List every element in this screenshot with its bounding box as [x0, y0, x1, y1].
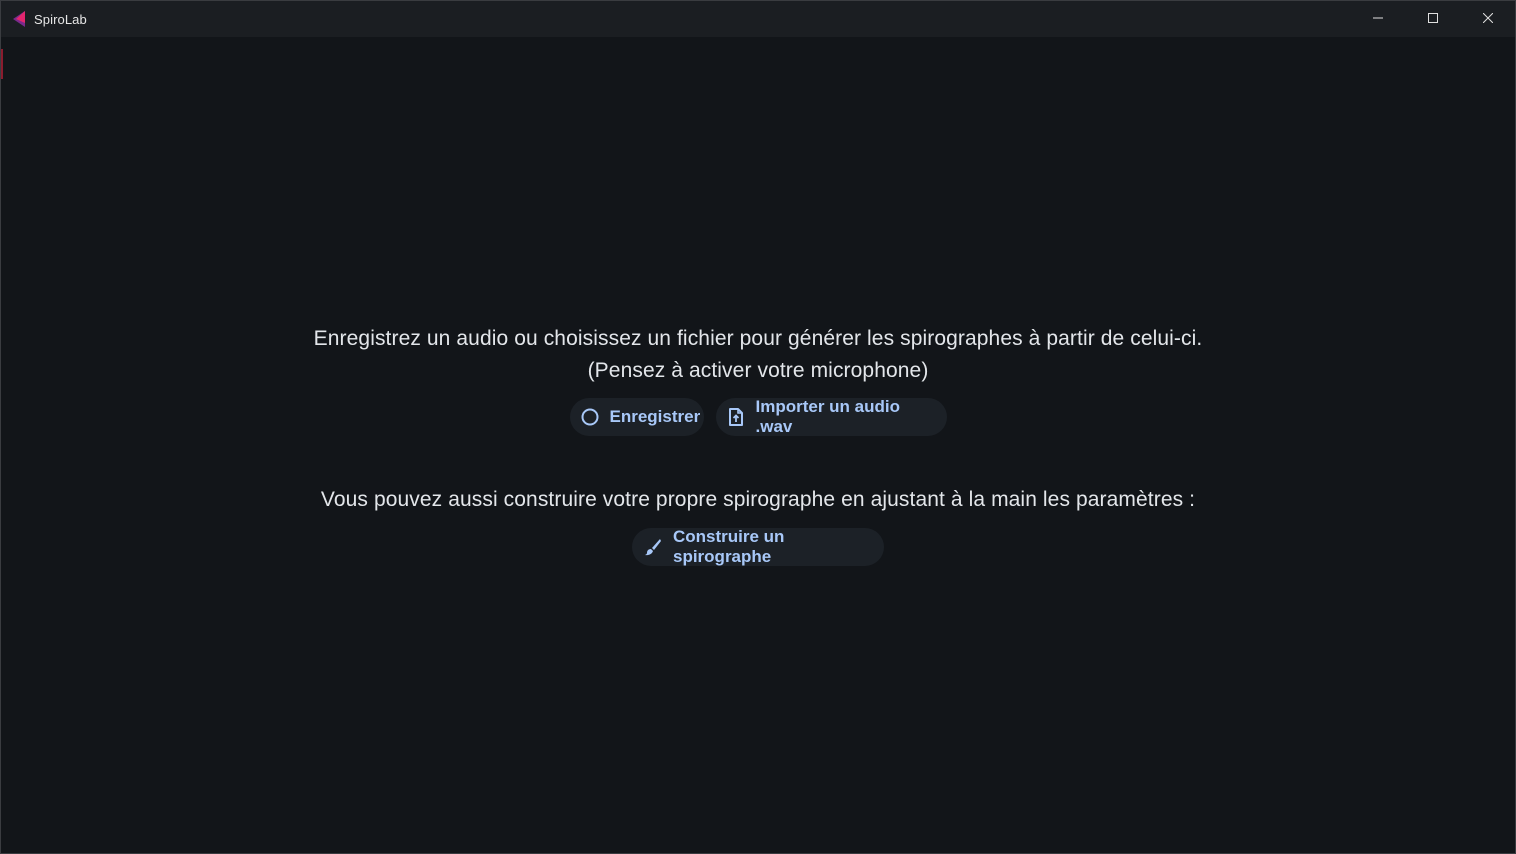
import-audio-label: Importer un audio .wav: [755, 397, 901, 436]
minimize-button[interactable]: [1350, 1, 1405, 37]
build-spirograph-label: Construire un spirographe: [673, 527, 785, 566]
manual-build-text: Vous pouvez aussi construire votre propr…: [320, 488, 1196, 511]
title-bar[interactable]: SpiroLab: [1, 1, 1515, 37]
record-button[interactable]: Enregistrer: [569, 398, 704, 436]
microphone-hint: (Pensez à activer votre microphone): [587, 359, 929, 382]
audio-actions: Enregistrer Importer un audio .wav: [1, 397, 1515, 436]
close-button[interactable]: [1460, 1, 1515, 37]
focus-accent: [1, 49, 3, 79]
spirolab-logo-icon: [12, 11, 26, 27]
intro-text: Enregistrez un audio ou choisissez un fi…: [313, 327, 1203, 350]
window-controls: [1350, 1, 1515, 37]
build-spirograph-button[interactable]: Construire un spirographe: [632, 527, 884, 566]
maximize-button[interactable]: [1405, 1, 1460, 37]
maximize-icon: [1427, 10, 1438, 28]
brush-icon: [643, 537, 663, 557]
build-actions: Construire un spirographe: [1, 527, 1515, 566]
file-upload-icon: [726, 407, 746, 427]
app-window: SpiroLab Enregistrez un audio ou choisis…: [0, 0, 1516, 854]
close-icon: [1482, 10, 1493, 28]
app-title: SpiroLab: [34, 11, 87, 27]
main-content: Enregistrez un audio ou choisissez un fi…: [1, 37, 1515, 853]
import-audio-button[interactable]: Importer un audio .wav: [715, 397, 947, 436]
record-button-label: Enregistrer: [609, 407, 701, 426]
minimize-icon: [1372, 10, 1383, 28]
record-circle-icon: [580, 407, 600, 427]
